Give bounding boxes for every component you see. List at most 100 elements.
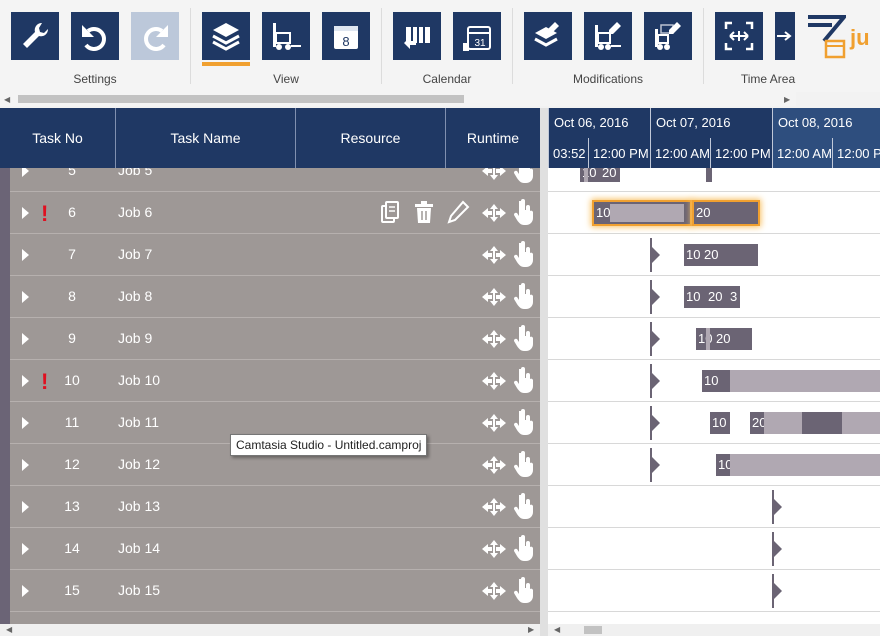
resource-view-button[interactable]	[262, 12, 310, 60]
table-row[interactable]: 7 Job 7	[10, 234, 540, 276]
scroll-right-icon[interactable]: ▶	[528, 625, 534, 634]
table-row[interactable]: 8 Job 8	[10, 276, 540, 318]
hand-pointer-icon[interactable]	[513, 367, 535, 393]
hand-pointer-icon[interactable]	[513, 493, 535, 519]
expand-icon[interactable]	[22, 501, 29, 513]
edit-resource-button[interactable]	[584, 12, 632, 60]
operation-bar[interactable]: 10	[684, 286, 706, 308]
expand-icon[interactable]	[22, 291, 29, 303]
layers-edit-icon	[534, 22, 559, 47]
table-row[interactable]: 15 Job 15	[10, 570, 540, 612]
move-arrows-icon[interactable]	[480, 168, 508, 182]
table-row[interactable]: ! 10 Job 10	[10, 360, 540, 402]
expand-icon[interactable]	[22, 249, 29, 261]
move-arrows-icon[interactable]	[480, 580, 508, 602]
operation-bar-selected[interactable]: 20	[694, 202, 758, 224]
move-arrows-icon[interactable]	[480, 286, 508, 308]
task-grid-header: Task No Task Name Resource Runtime	[0, 108, 540, 168]
grid-horizontal-scrollbar[interactable]: ◀ ▶	[0, 624, 540, 636]
operation-bar-segment	[764, 412, 802, 434]
hand-pointer-icon[interactable]	[513, 325, 535, 351]
scroll-right-icon[interactable]: ▶	[784, 95, 790, 104]
hand-pointer-icon[interactable]	[513, 283, 535, 309]
hand-pointer-icon[interactable]	[513, 241, 535, 267]
move-arrows-icon[interactable]	[480, 244, 508, 266]
operation-bar[interactable]: 10	[710, 412, 730, 434]
expand-icon[interactable]	[22, 375, 29, 387]
task-number: 15	[64, 582, 80, 598]
next-time-area-button[interactable]	[775, 12, 795, 60]
table-row[interactable]: 14 Job 14	[10, 528, 540, 570]
operation-bar[interactable]: 20	[714, 328, 740, 350]
undo-button[interactable]	[71, 12, 119, 60]
column-header-task-no[interactable]: Task No	[0, 108, 116, 168]
row-selector-bar	[0, 168, 10, 624]
operation-bar[interactable]: 20	[600, 168, 620, 182]
timescale-day: Oct 07, 2016	[650, 108, 772, 138]
layers-view-button[interactable]	[202, 12, 250, 60]
expand-icon[interactable]	[22, 333, 29, 345]
app-logo: ju	[806, 10, 880, 66]
gantt-horizontal-scrollbar[interactable]: ◀	[548, 624, 880, 636]
hand-pointer-icon[interactable]	[513, 199, 535, 225]
move-arrows-icon[interactable]	[480, 538, 508, 560]
task-grid: 5 Job 5! 6 Job 6 7 Job 7 8 Job 8 9 Job 9! 10 Job 10…	[0, 168, 540, 624]
task-number: 8	[68, 288, 76, 304]
copy-icon[interactable]	[378, 200, 402, 224]
table-row[interactable]: 13 Job 13	[10, 486, 540, 528]
settings-button[interactable]	[11, 12, 59, 60]
expand-icon[interactable]	[22, 459, 29, 471]
start-marker	[652, 373, 660, 389]
table-row[interactable]: ! 6 Job 6	[10, 192, 540, 234]
expand-icon[interactable]	[22, 585, 29, 597]
edit-resources-multi-button[interactable]	[644, 12, 692, 60]
move-arrows-icon[interactable]	[480, 412, 508, 434]
move-arrows-icon[interactable]	[480, 496, 508, 518]
holiday-calendar-button[interactable]: 31	[453, 12, 501, 60]
calendar-view-button[interactable]: 8	[322, 12, 370, 60]
scroll-left-icon[interactable]: ◀	[6, 625, 12, 634]
expand-icon[interactable]	[22, 543, 29, 555]
edit-layers-button[interactable]	[524, 12, 572, 60]
hand-pointer-icon[interactable]	[513, 409, 535, 435]
scrollbar-thumb[interactable]	[584, 626, 602, 634]
move-arrows-icon[interactable]	[480, 370, 508, 392]
ribbon-scrollbar[interactable]: ◀ ▶	[0, 92, 796, 106]
move-arrows-icon[interactable]	[480, 202, 508, 224]
start-marker	[774, 583, 782, 599]
scroll-left-icon[interactable]: ◀	[4, 95, 10, 104]
start-marker	[774, 499, 782, 515]
start-marker	[652, 289, 660, 305]
expand-icon[interactable]	[22, 417, 29, 429]
operation-bar[interactable]: 20	[706, 286, 728, 308]
move-arrows-icon[interactable]	[480, 328, 508, 350]
task-name: Job 15	[118, 582, 161, 598]
table-row[interactable]: 9 Job 9	[10, 318, 540, 360]
hand-pointer-icon[interactable]	[513, 168, 535, 183]
timescale-tick: 12:00 PM	[710, 138, 772, 168]
shift-calendar-button[interactable]	[393, 12, 441, 60]
expand-icon[interactable]	[22, 207, 29, 219]
scrollbar-thumb[interactable]	[18, 95, 464, 103]
fit-time-area-button[interactable]	[715, 12, 763, 60]
trash-icon[interactable]	[412, 200, 436, 224]
scroll-left-icon[interactable]: ◀	[554, 625, 560, 634]
operation-bar[interactable]: 3	[728, 286, 740, 308]
move-arrows-icon[interactable]	[480, 454, 508, 476]
column-header-runtime[interactable]: Runtime	[446, 108, 540, 168]
task-name: Job 14	[118, 540, 161, 556]
hand-pointer-icon[interactable]	[513, 535, 535, 561]
column-header-resource[interactable]: Resource	[296, 108, 446, 168]
pencil-icon[interactable]	[446, 200, 470, 224]
expand-icon[interactable]	[22, 168, 29, 177]
table-row[interactable]: 5 Job 5	[10, 168, 540, 192]
operation-bar[interactable]: 20	[702, 244, 728, 266]
hand-pointer-icon[interactable]	[513, 451, 535, 477]
redo-button[interactable]	[131, 12, 179, 60]
hand-pointer-icon[interactable]	[513, 577, 535, 603]
column-header-task-name[interactable]: Task Name	[116, 108, 296, 168]
operation-bar[interactable]: 3	[706, 168, 712, 182]
gantt-row: 10 20	[548, 192, 880, 234]
splitter[interactable]	[540, 108, 548, 636]
gantt-row	[548, 486, 880, 528]
